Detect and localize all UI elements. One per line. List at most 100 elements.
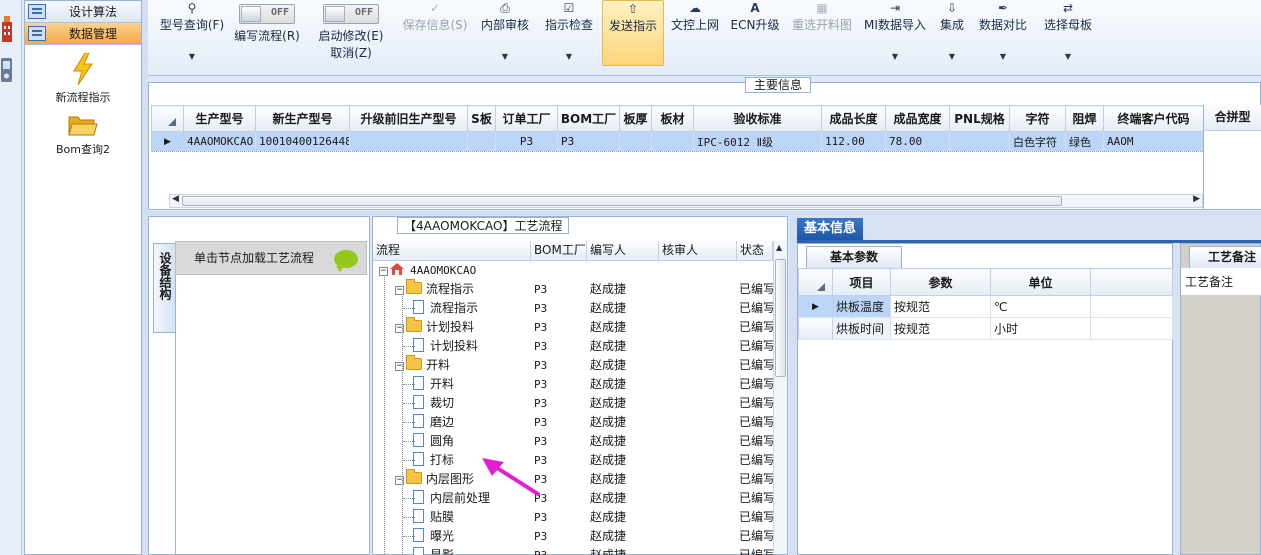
tree-leaf-node[interactable]: 显影 P3 赵成捷 已编写	[373, 546, 773, 555]
scroll-thumb[interactable]	[182, 196, 1062, 206]
column-header[interactable]: 成品长度	[821, 105, 886, 132]
table-row[interactable]: ▶ 4AAOMOKCAO 10010400126448 P3 P3 IPC-60…	[151, 131, 1204, 152]
model-query-button[interactable]: ⚲ 型号查询(F) ▼	[152, 0, 232, 66]
tool-new-process-indicator[interactable]: 新流程指示	[25, 53, 141, 105]
tree-folder-node[interactable]: − 流程指示 P3 赵成捷 已编写	[373, 279, 773, 299]
table-cell[interactable]: 4AAOMOKCAO	[183, 131, 256, 152]
mi-import-button[interactable]: ⇥ MI数据导入 ▼	[862, 0, 928, 66]
tree-leaf-node[interactable]: 计划投料 P3 赵成捷 已编写	[373, 337, 773, 356]
column-header[interactable]: 新生产型号	[255, 105, 350, 132]
tree-root[interactable]: −4AAOMOKCAO	[373, 261, 773, 280]
tree-leaf-node[interactable]: 流程指示 P3 赵成捷 已编写	[373, 299, 773, 318]
tree-folder-node[interactable]: − 开料 P3 赵成捷 已编写	[373, 355, 773, 375]
column-header[interactable]: 核审人	[659, 241, 737, 260]
table-cell[interactable]	[619, 131, 652, 152]
column-header[interactable]: 项目	[832, 268, 891, 296]
table-cell[interactable]: 烘板温度	[832, 295, 891, 318]
tree-leaf-node[interactable]: 磨边 P3 赵成捷 已编写	[373, 413, 773, 432]
column-header[interactable]: 编写人	[587, 241, 659, 260]
column-header[interactable]: 字符	[1009, 105, 1066, 132]
table-cell[interactable]: 烘板时间	[832, 317, 891, 340]
scroll-right-icon[interactable]: ▶	[1193, 194, 1200, 204]
table-cell[interactable]	[467, 131, 496, 152]
equipment-structure-tab[interactable]: 设备结构	[153, 243, 175, 333]
tab-process-notes[interactable]: 工艺备注	[1189, 246, 1261, 268]
table-cell[interactable]	[949, 131, 1010, 152]
column-header[interactable]: PNL规格	[949, 105, 1010, 132]
table-cell[interactable]: 小时	[990, 317, 1091, 340]
toggle-switch[interactable]: OFF	[323, 4, 379, 24]
tree-leaf-node[interactable]: 圆角 P3 赵成捷 已编写	[373, 432, 773, 451]
equipment-tree-area[interactable]	[175, 275, 369, 554]
column-header[interactable]: 单位	[990, 268, 1091, 296]
column-header[interactable]: 订单工厂	[495, 105, 558, 132]
table-cell[interactable]: 10010400126448	[255, 131, 350, 152]
nav-data-management[interactable]: 数据管理	[25, 23, 141, 45]
reselect-cut-button[interactable]: ▦ 重选开料图	[788, 0, 856, 66]
table-cell[interactable]: 白色字符	[1009, 131, 1066, 152]
tree-leaf-node[interactable]: 打标 P3 赵成捷 已编写	[373, 451, 773, 470]
column-header[interactable]: 生产型号	[183, 105, 256, 132]
table-cell[interactable]: 按规范	[890, 295, 991, 318]
column-header[interactable]: 流程	[373, 241, 531, 260]
column-header[interactable]: 验收标准	[693, 105, 822, 132]
indicator-check-button[interactable]: ☑ 指示检查 ▼	[542, 0, 596, 66]
scroll-left-icon[interactable]: ◀	[172, 194, 179, 204]
tree-leaf-node[interactable]: 内层前处理 P3 赵成捷 已编写	[373, 489, 773, 508]
column-header[interactable]: S板	[467, 105, 496, 132]
horizontal-scrollbar[interactable]: ◀ ▶	[169, 194, 1203, 208]
vertical-splitter[interactable]	[789, 216, 797, 555]
column-header[interactable]: 参数	[890, 268, 991, 296]
data-compare-button[interactable]: ✒ 数据对比 ▼	[976, 0, 1030, 66]
column-header[interactable]: 终端客户代码	[1103, 105, 1204, 132]
tree-leaf-node[interactable]: 贴膜 P3 赵成捷 已编写	[373, 508, 773, 527]
table-cell[interactable]: 112.00	[821, 131, 886, 152]
column-header[interactable]: 板材	[651, 105, 694, 132]
tab-basic-params[interactable]: 基本参数	[806, 246, 902, 268]
table-row[interactable]: ▶ 烘板温度 按规范 ℃	[798, 295, 1173, 318]
row-header-corner[interactable]	[151, 105, 184, 132]
nav-design-algorithm[interactable]: 设计算法	[25, 1, 141, 23]
tree-folder-node[interactable]: − 内层图形 P3 赵成捷 已编写	[373, 469, 773, 489]
column-header[interactable]: 成品宽度	[885, 105, 950, 132]
table-cell[interactable]: 78.00	[885, 131, 950, 152]
start-modify-toggle[interactable]: OFF 启动修改(E) 取消(Z)	[314, 0, 388, 66]
tab-basic-info[interactable]: 基本信息	[797, 218, 863, 240]
column-header[interactable]: 状态	[737, 241, 773, 260]
table-cell[interactable]: P3	[557, 131, 620, 152]
scroll-up-icon[interactable]: ▲	[776, 243, 782, 252]
tree-leaf-node[interactable]: 开料 P3 赵成捷 已编写	[373, 375, 773, 394]
select-motherboard-button[interactable]: ⇄ 选择母板 ▼	[1038, 0, 1098, 66]
table-cell[interactable]: 绿色	[1065, 131, 1104, 152]
tree-leaf-node[interactable]: 曝光 P3 赵成捷 已编写	[373, 527, 773, 546]
save-info-button[interactable]: ✓ 保存信息(S)	[398, 0, 472, 66]
table-row[interactable]: 烘板时间 按规范 小时	[798, 317, 1173, 340]
vertical-scrollbar[interactable]: ▲	[773, 241, 787, 554]
tree-folder-node[interactable]: − 计划投料 P3 赵成捷 已编写	[373, 317, 773, 337]
internal-review-button[interactable]: ⎙ 内部审核 ▼	[478, 0, 532, 66]
tool-bom-query[interactable]: Bom查询2	[25, 113, 141, 157]
send-indicator-button[interactable]: ⇧ 发送指示	[602, 0, 664, 66]
table-cell[interactable]: P3	[495, 131, 558, 152]
table-cell[interactable]: IPC-6012 Ⅱ级	[693, 131, 822, 152]
merge-type-header[interactable]: 合拼型	[1204, 105, 1261, 131]
table-cell[interactable]: 按规范	[890, 317, 991, 340]
toggle-switch[interactable]: OFF	[239, 4, 295, 24]
table-cell[interactable]: AAOM	[1103, 131, 1204, 152]
building-icon[interactable]	[1, 14, 13, 42]
edit-flow-toggle[interactable]: OFF 编写流程(R)	[230, 0, 304, 66]
table-cell[interactable]	[349, 131, 468, 152]
column-header[interactable]: BOM工厂	[557, 105, 620, 132]
integrate-button[interactable]: ⇩ 集成 ▼	[934, 0, 970, 66]
column-header[interactable]: 阻焊	[1065, 105, 1104, 132]
scroll-thumb[interactable]	[775, 259, 786, 377]
doc-upload-button[interactable]: ☁ 文控上网	[668, 0, 722, 66]
table-cell[interactable]: ℃	[990, 295, 1091, 318]
column-header[interactable]: BOM工厂	[531, 241, 587, 260]
tree-leaf-node[interactable]: 裁切 P3 赵成捷 已编写	[373, 394, 773, 413]
ecn-upgrade-button[interactable]: A ECN升级	[728, 0, 782, 66]
column-header[interactable]: 板厚	[619, 105, 652, 132]
column-header[interactable]: 升级前旧生产型号	[349, 105, 468, 132]
row-header-corner[interactable]	[798, 268, 833, 296]
device-icon[interactable]	[0, 56, 13, 84]
